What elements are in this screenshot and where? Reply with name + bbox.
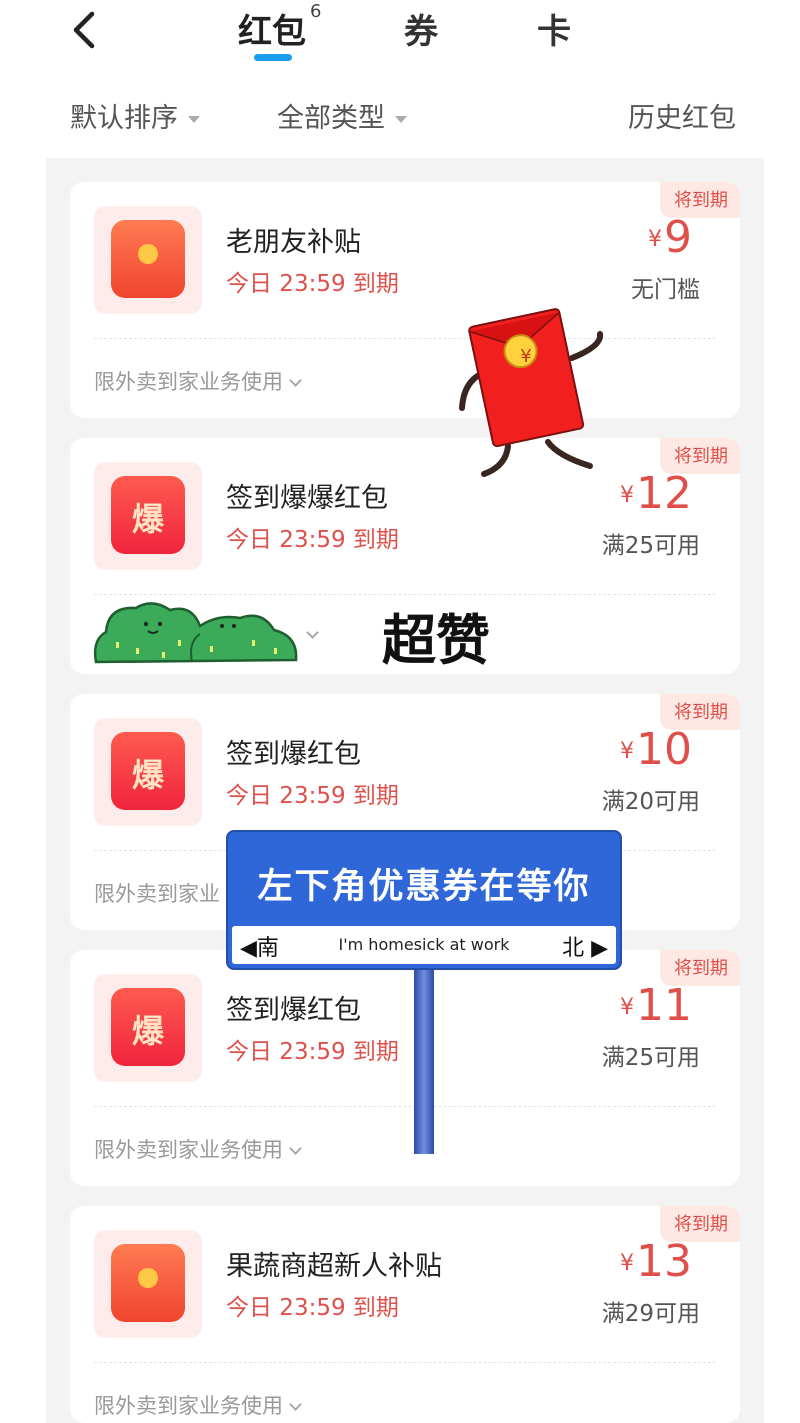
bao-char: 爆 [131, 756, 164, 794]
amount-value: 13 [636, 1236, 692, 1287]
type-dropdown[interactable]: 全部类型 [277, 96, 407, 135]
amount-value: 11 [636, 980, 692, 1031]
caret-down-icon [395, 116, 407, 123]
packet-card[interactable]: 将到期 爆 签到爆红包 今日 23:59 到期 ¥11 满25可用 限外卖到家业… [70, 950, 740, 1186]
red-envelope-icon [94, 206, 202, 314]
packet-amount: ¥11 [620, 980, 692, 1031]
praise-sticker: 超赞 [382, 609, 490, 672]
chevron-down-icon [289, 1142, 302, 1155]
currency-symbol: ¥ [620, 483, 634, 508]
red-envelope-icon [94, 1230, 202, 1338]
tab-red-packets[interactable]: 红包6 [238, 0, 322, 53]
amount-value: 9 [664, 212, 692, 263]
filter-bar: 默认排序 全部类型 历史红包 [0, 88, 800, 144]
packet-amount: ¥9 [648, 212, 692, 263]
currency-symbol: ¥ [620, 739, 634, 764]
packet-amount: ¥12 [620, 468, 692, 519]
active-tab-indicator [254, 54, 292, 61]
scope-text: 限外卖到家业 [94, 882, 220, 906]
currency-symbol: ¥ [648, 227, 662, 252]
bao-icon: 爆 [94, 718, 202, 826]
chevron-down-icon [306, 626, 319, 639]
sign-direction-strip: ◀南 I'm homesick at work 北 ▶ [232, 926, 616, 964]
packet-title: 签到爆红包 [226, 739, 361, 770]
usage-scope-toggle[interactable] [300, 622, 319, 646]
coin-symbol: ¥ [520, 346, 531, 367]
packet-amount: ¥13 [620, 1236, 692, 1287]
tab-cards[interactable]: 卡 [537, 4, 571, 53]
packet-card[interactable]: 将到期 老朋友补贴 今日 23:59 到期 ¥9 无门槛 限外卖到家业务使用 [70, 182, 740, 418]
chevron-down-icon [289, 1398, 302, 1411]
amount-value: 10 [636, 724, 692, 775]
tab-count: 6 [310, 0, 322, 22]
packet-condition: 满25可用 [601, 533, 700, 559]
caret-down-icon [188, 116, 200, 123]
packet-title: 果蔬商超新人补贴 [226, 1251, 442, 1282]
usage-scope-toggle[interactable]: 限外卖到家业务使用 [94, 1390, 302, 1420]
packet-title: 签到爆红包 [226, 995, 361, 1026]
back-arrow-icon[interactable] [62, 4, 110, 52]
bao-icon: 爆 [94, 974, 202, 1082]
packet-condition: 满25可用 [601, 1045, 700, 1071]
packet-expiry: 今日 23:59 到期 [226, 1039, 399, 1065]
usage-scope-toggle[interactable]: 限外卖到家业 [94, 878, 220, 908]
history-link[interactable]: 历史红包 [628, 96, 736, 135]
amount-value: 12 [636, 468, 692, 519]
bush-sticker [93, 602, 298, 664]
packet-title: 签到爆爆红包 [226, 483, 388, 514]
packet-expiry: 今日 23:59 到期 [226, 783, 399, 809]
packet-expiry: 今日 23:59 到期 [226, 271, 399, 297]
road-sign-sticker: 左下角优惠券在等你 ◀南 I'm homesick at work 北 ▶ [226, 830, 622, 970]
packet-expiry: 今日 23:59 到期 [226, 1295, 399, 1321]
walking-envelope-sticker: ¥ [459, 308, 604, 477]
dashed-divider [94, 1106, 716, 1107]
usage-scope-toggle[interactable]: 限外卖到家业务使用 [94, 1134, 302, 1164]
tab-label: 红包 [238, 12, 306, 52]
sign-pole [414, 970, 434, 1154]
packet-card[interactable]: 将到期 果蔬商超新人补贴 今日 23:59 到期 ¥13 满29可用 限外卖到家… [70, 1206, 740, 1423]
usage-scope-toggle[interactable]: 限外卖到家业务使用 [94, 366, 302, 396]
scope-text: 限外卖到家业务使用 [94, 370, 283, 394]
bao-icon: 爆 [94, 462, 202, 570]
packet-expiry: 今日 23:59 到期 [226, 527, 399, 553]
top-bar: 红包6 券 卡 [0, 0, 800, 72]
packet-condition: 无门槛 [631, 277, 700, 303]
sign-subtitle: I'm homesick at work [338, 935, 510, 954]
packet-amount: ¥10 [620, 724, 692, 775]
type-label: 全部类型 [277, 103, 385, 134]
bao-char: 爆 [131, 500, 164, 538]
scope-text: 限外卖到家业务使用 [94, 1394, 283, 1418]
scope-text: 限外卖到家业务使用 [94, 1138, 283, 1162]
tab-coupons[interactable]: 券 [404, 4, 438, 53]
sort-dropdown[interactable]: 默认排序 [70, 96, 200, 135]
sort-label: 默认排序 [70, 103, 178, 134]
currency-symbol: ¥ [620, 1251, 634, 1276]
sign-headline: 左下角优惠券在等你 [257, 867, 591, 907]
packet-condition: 满29可用 [601, 1301, 700, 1327]
packet-condition: 满20可用 [601, 789, 700, 815]
dashed-divider [94, 1362, 716, 1363]
sign-north: 北 ▶ [562, 936, 608, 961]
chevron-down-icon [289, 374, 302, 387]
dashed-divider [94, 338, 716, 339]
currency-symbol: ¥ [620, 995, 634, 1020]
dashed-divider [94, 594, 716, 595]
bao-char: 爆 [131, 1012, 164, 1050]
packet-title: 老朋友补贴 [226, 227, 361, 258]
